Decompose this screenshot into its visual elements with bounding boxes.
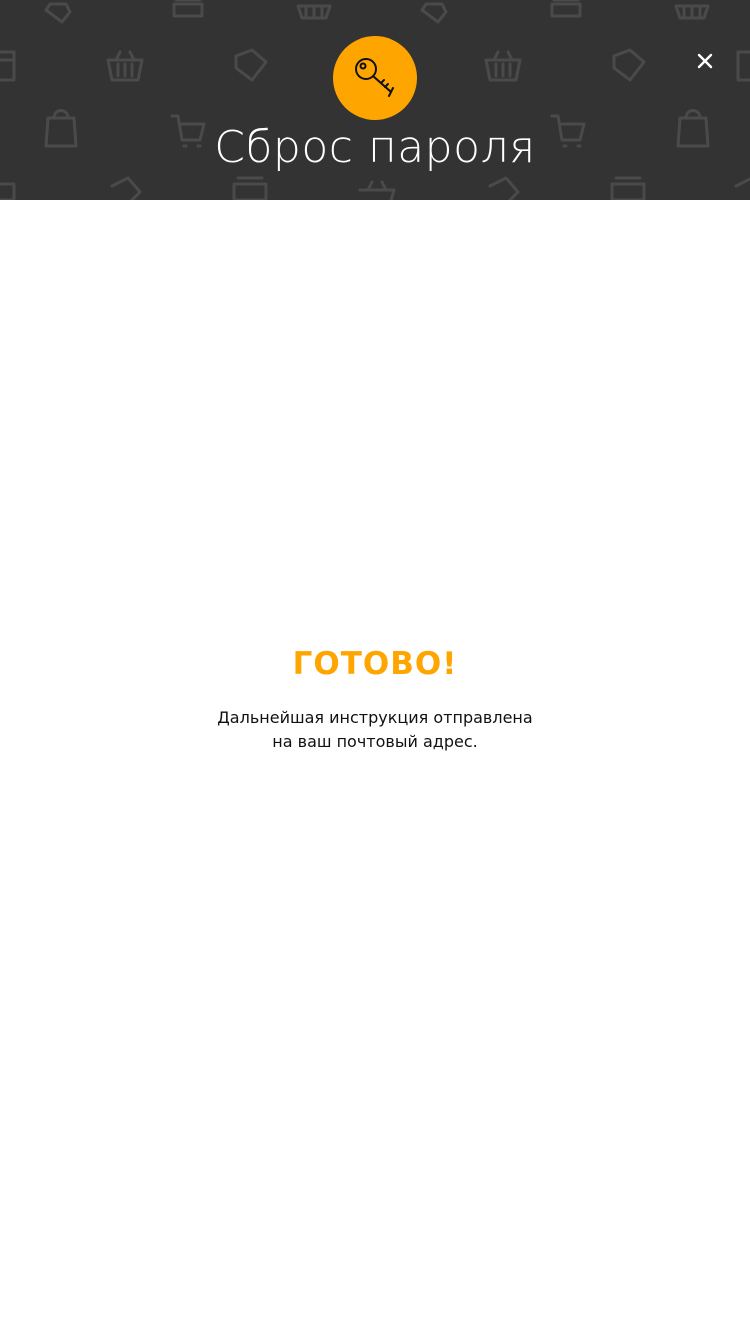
key-icon [355, 58, 394, 97]
close-button[interactable] [690, 46, 720, 76]
success-description: Дальнейшая инструкция отправлена на ваш … [0, 706, 750, 754]
success-description-line-1: Дальнейшая инструкция отправлена [217, 708, 533, 727]
success-message: ГОТОВО! Дальнейшая инструкция отправлена… [0, 640, 750, 754]
password-reset-screen: Сброс пароля ГОТОВО! Дальнейшая инструкц… [0, 0, 750, 1334]
close-icon [697, 53, 713, 69]
success-description-line-2: на ваш почтовый адрес. [272, 732, 478, 751]
page-title: Сброс пароля [214, 122, 536, 173]
key-badge [333, 36, 417, 120]
success-title: ГОТОВО! [292, 646, 458, 682]
header: Сброс пароля [0, 0, 750, 200]
